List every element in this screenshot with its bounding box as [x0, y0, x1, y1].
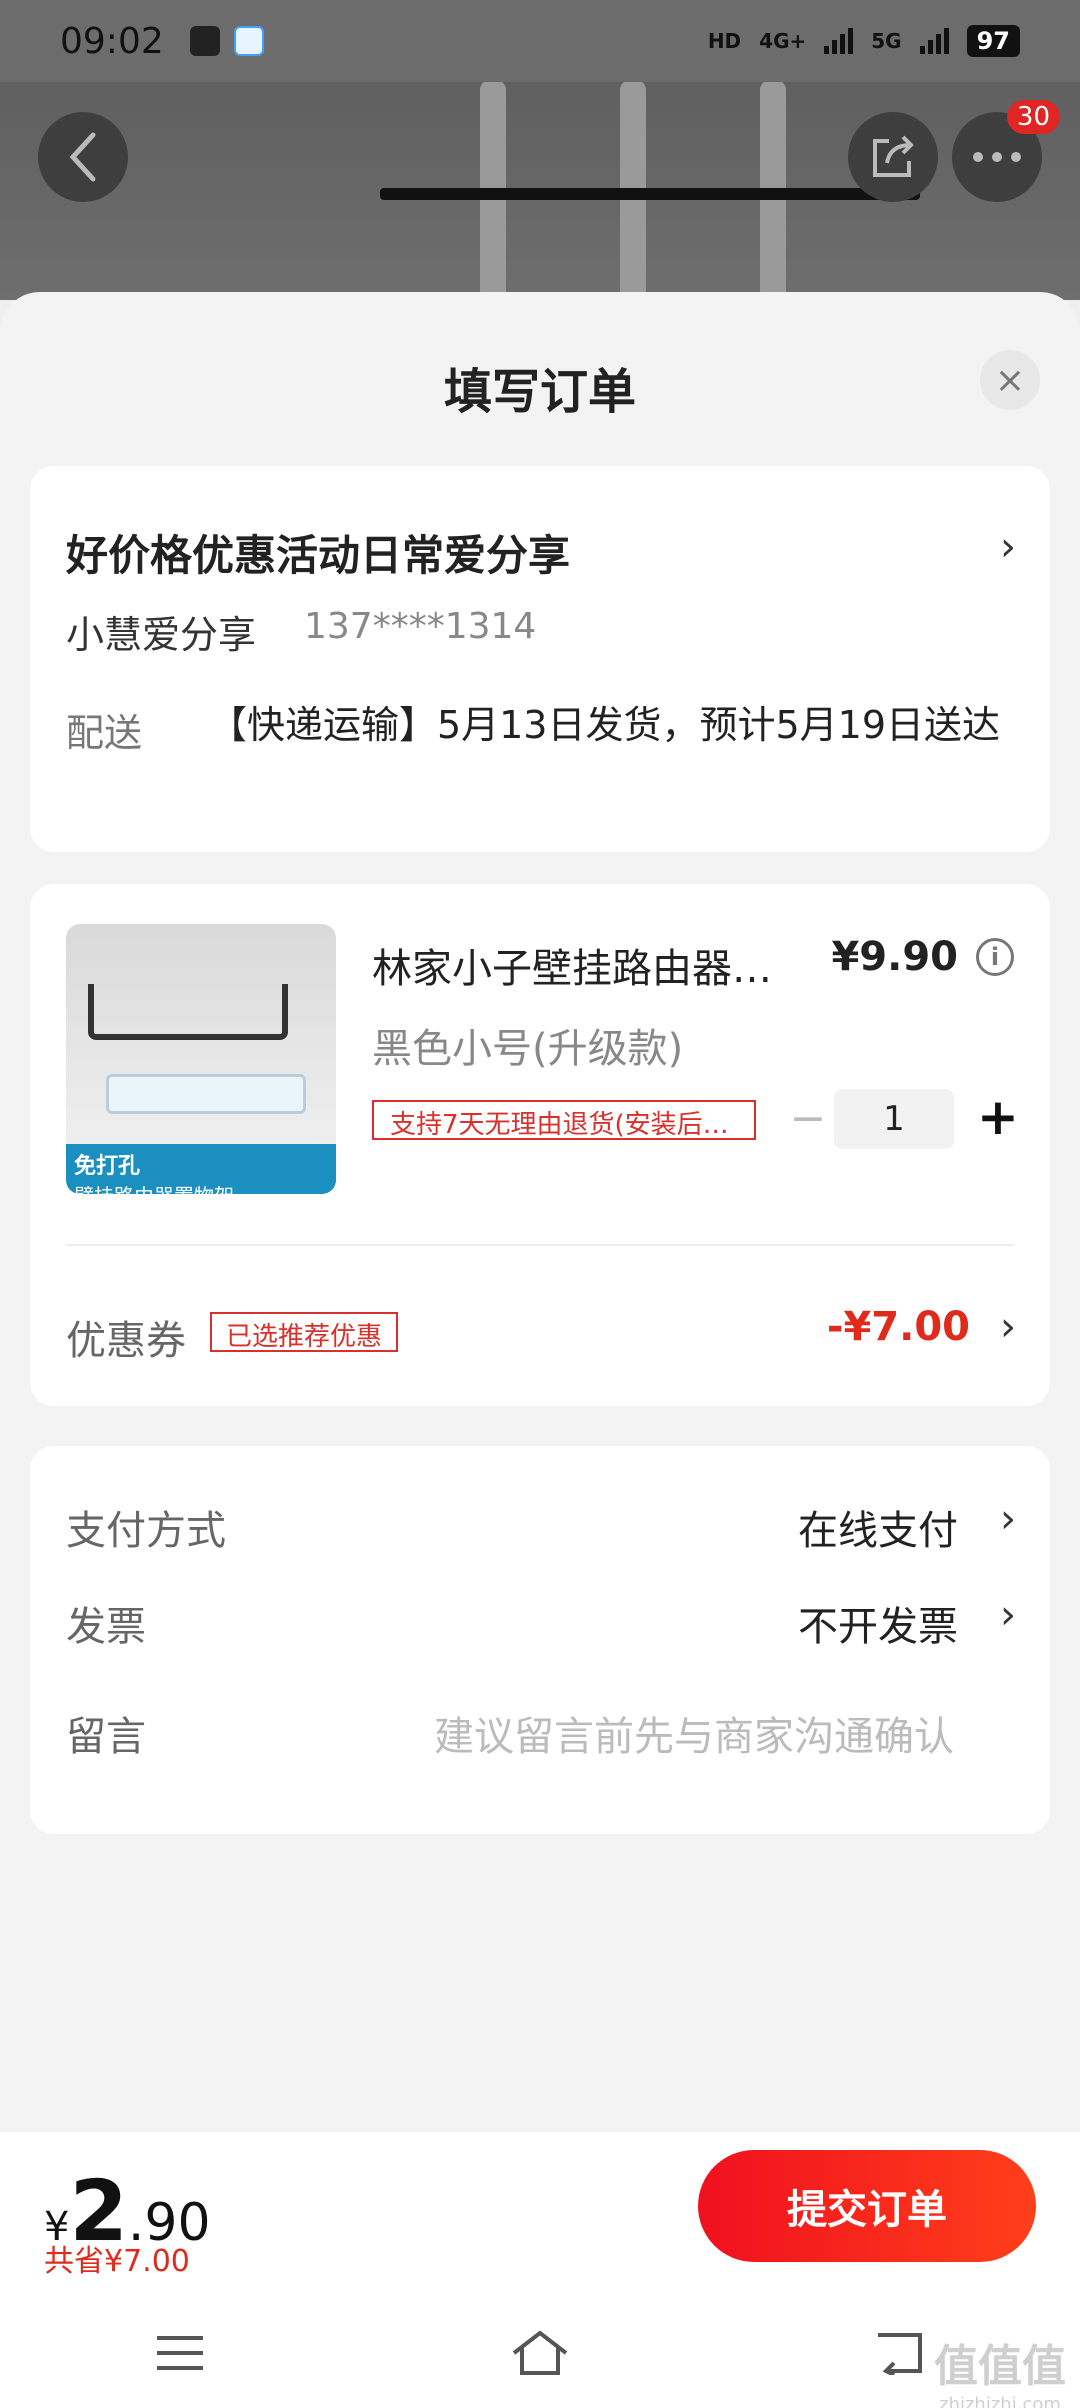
payment-method-label: 支付方式	[66, 1508, 226, 1554]
saved-amount: 共省¥7.00	[44, 2244, 190, 2279]
divider	[66, 1244, 1014, 1246]
product-card: 免打孔 壁挂路由器置物架 林家小子壁挂路由器… ¥9.90 i 黑色小号(升级款…	[30, 884, 1050, 1406]
menu-nav-button[interactable]	[140, 2323, 220, 2383]
product-thumbnail[interactable]: 免打孔 壁挂路由器置物架	[66, 924, 336, 1194]
menu-icon	[157, 2336, 203, 2370]
quantity-decrease-button[interactable]: −	[778, 1089, 838, 1149]
system-nav-bar	[0, 2298, 1080, 2408]
recipient-phone: 137****1314	[304, 606, 537, 647]
battery-indicator: 97	[966, 25, 1020, 57]
image-shelf	[380, 188, 920, 200]
watermark-text: 值值值	[934, 2341, 1066, 2392]
invoice-label: 发票	[66, 1604, 146, 1650]
signal-icon	[919, 28, 949, 54]
back-button[interactable]	[38, 112, 128, 202]
order-options-card: 支付方式 在线支付 › 发票 不开发票 › 留言 建议留言前先与商家沟通确认	[30, 1446, 1050, 1834]
coupon-amount[interactable]: -¥7.00	[827, 1304, 970, 1350]
quantity-increase-button[interactable]: +	[968, 1087, 1028, 1147]
sheet-title: 填写订单	[443, 364, 636, 420]
wechat-icon	[189, 26, 220, 56]
status-indicators: HD 4G+ 5G 97	[708, 25, 1020, 57]
message-label: 留言	[66, 1714, 146, 1760]
invoice-value[interactable]: 不开发票	[798, 1594, 958, 1652]
shipping-info: 【快递运输】5月13日发货，预计5月19日送达	[208, 703, 1000, 747]
close-icon: ×	[994, 359, 1026, 401]
chevron-right-icon: ›	[1000, 524, 1016, 570]
network-5g-label: 5G	[871, 29, 902, 53]
status-time: 09:02	[60, 20, 164, 62]
home-nav-button[interactable]	[500, 2323, 580, 2383]
submit-order-button[interactable]: 提交订单	[698, 2150, 1036, 2262]
product-spec: 黑色小号(升级款)	[372, 1026, 684, 1072]
thumb-shelf	[88, 984, 288, 1040]
share-button[interactable]	[848, 112, 938, 202]
order-sheet: 填写订单 × 好价格优惠活动日常爱分享 › 小慧爱分享 137****1314 …	[0, 292, 1080, 2132]
shipping-label: 配送	[66, 711, 143, 755]
close-button[interactable]: ×	[980, 350, 1040, 410]
message-count-badge: 30	[1006, 100, 1060, 134]
cloud-icon	[233, 26, 264, 56]
chevron-left-icon	[69, 132, 96, 182]
recipient-name: 小慧爱分享	[66, 613, 257, 657]
home-icon	[512, 2330, 568, 2375]
hd-label: HD	[707, 29, 742, 53]
notification-icons	[189, 26, 264, 56]
status-bar: 09:02 HD 4G+ 5G 97	[0, 0, 1080, 82]
more-icon	[973, 152, 1021, 162]
return-icon	[878, 2333, 922, 2375]
thumb-shelf-lower	[106, 1074, 306, 1114]
back-nav-button[interactable]	[860, 2323, 940, 2383]
coupon-label: 优惠券	[66, 1318, 186, 1364]
address-card[interactable]: 好价格优惠活动日常爱分享 › 小慧爱分享 137****1314 配送 【快递运…	[30, 466, 1050, 852]
signal-icon	[824, 28, 854, 54]
network-4g-label: 4G+	[759, 29, 807, 53]
message-input[interactable]: 建议留言前先与商家沟通确认	[434, 1704, 954, 1762]
return-policy-tag: 支持7天无理由退货(安装后…	[372, 1100, 756, 1140]
more-button[interactable]: 30	[952, 100, 1060, 202]
product-price: ¥9.90	[831, 934, 958, 980]
watermark-logo: 值值值 zhizhizhi.com	[934, 2330, 1066, 2408]
thumb-tag: 免打孔	[74, 1154, 141, 1179]
chevron-right-icon[interactable]: ›	[1000, 1304, 1016, 1350]
payment-method-value[interactable]: 在线支付	[798, 1498, 958, 1556]
info-icon[interactable]: i	[976, 938, 1014, 976]
watermark-url: zhizhizhi.com	[939, 2394, 1061, 2408]
thumb-banner: 免打孔 壁挂路由器置物架	[66, 1144, 336, 1194]
submit-order-label: 提交订单	[787, 2187, 947, 2233]
chevron-right-icon[interactable]: ›	[1000, 1496, 1016, 1542]
chevron-right-icon[interactable]: ›	[1000, 1592, 1016, 1638]
thumb-caption: 壁挂路由器置物架	[74, 1184, 234, 1194]
address-name: 好价格优惠活动日常爱分享	[66, 531, 571, 580]
quantity-input[interactable]: 1	[834, 1089, 954, 1149]
share-icon	[873, 135, 914, 177]
product-name[interactable]: 林家小子壁挂路由器…	[372, 936, 792, 994]
coupon-tag: 已选推荐优惠	[210, 1312, 399, 1352]
